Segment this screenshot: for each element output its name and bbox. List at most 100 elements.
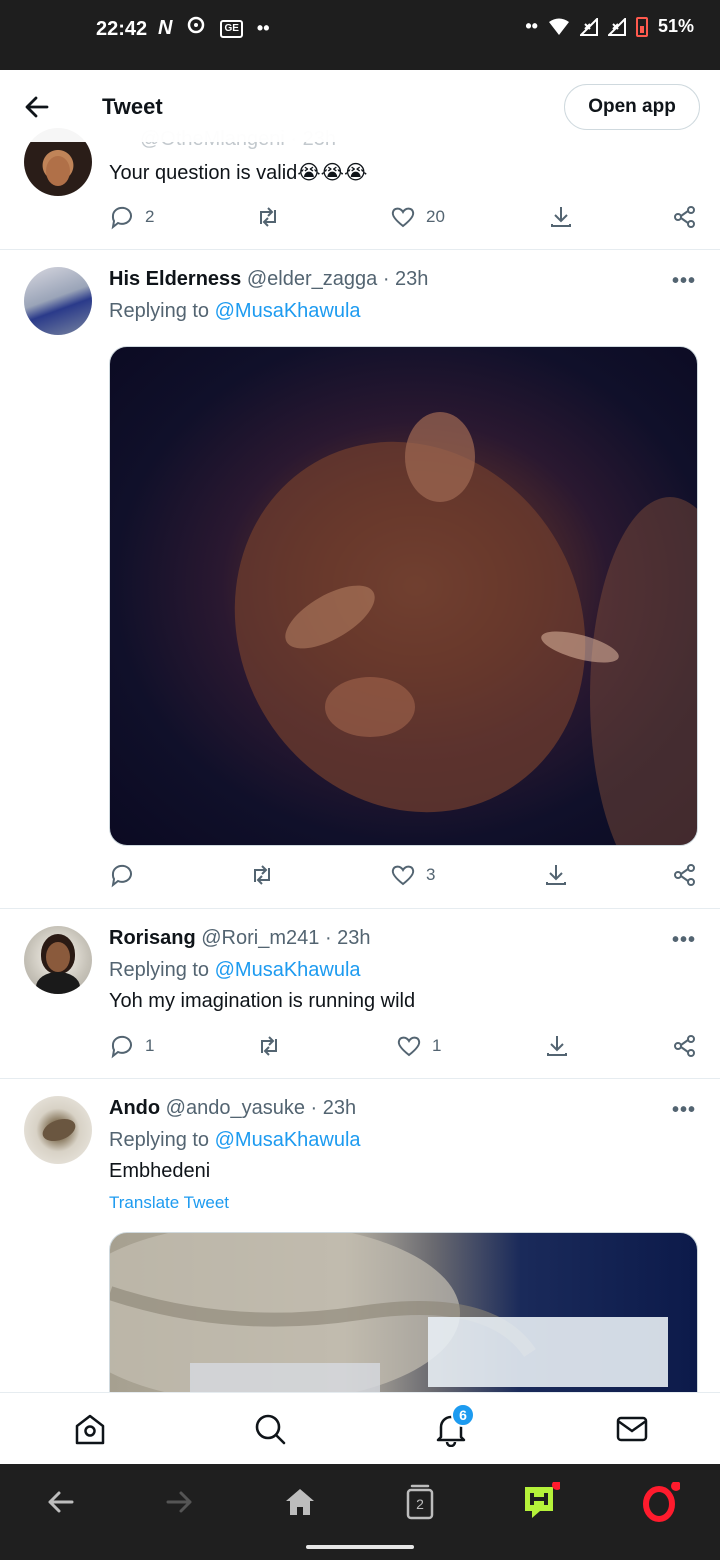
share-icon: [674, 206, 695, 228]
tweet-author-line: His Elderness @elder_zagga · 23h: [109, 268, 428, 291]
retweet-button[interactable]: [249, 862, 275, 888]
handle[interactable]: @elder_zagga: [247, 268, 377, 290]
share-button[interactable]: [672, 204, 698, 230]
replying-prefix: Replying to: [109, 959, 210, 981]
avatar[interactable]: [24, 926, 92, 994]
tabs-button[interactable]: 2: [400, 1482, 440, 1522]
retweet-button[interactable]: [255, 204, 281, 230]
signal-icon: [579, 17, 598, 36]
tweet-item[interactable]: Ando @ando_yasuke · 23h ••• Replying to …: [0, 1079, 720, 1432]
browser-home-icon[interactable]: [280, 1482, 320, 1522]
mention-link[interactable]: @MusaKhawula: [215, 959, 361, 981]
more-dots-icon: ••: [525, 16, 538, 36]
netflix-icon: N: [158, 17, 173, 39]
retweet-icon: [260, 207, 276, 227]
tweet-item[interactable]: Rorisang @Rori_m241 · 23h ••• Replying t…: [0, 909, 720, 1079]
page-title: Tweet: [102, 94, 163, 119]
notifications-badge: 6: [451, 1403, 475, 1427]
reply-icon: [111, 206, 132, 230]
search-icon[interactable]: [252, 1411, 288, 1447]
browser-forward-icon[interactable]: [160, 1482, 200, 1522]
open-app-button[interactable]: Open app: [564, 84, 700, 130]
handle[interactable]: @ando_yasuke: [166, 1097, 305, 1119]
share-button[interactable]: [672, 1033, 698, 1059]
more-dots-icon: ••: [256, 18, 270, 38]
status-time: 22:42: [96, 18, 148, 40]
share-icon: [674, 864, 695, 886]
display-name[interactable]: His Elderness: [109, 268, 241, 290]
heart-icon: [397, 1036, 421, 1057]
tweet-actions: 1 1: [109, 1033, 699, 1067]
reply-icon: [111, 864, 132, 888]
download-icon: [546, 865, 566, 885]
replying-prefix: Replying to: [109, 300, 210, 322]
like-button[interactable]: 20: [390, 204, 445, 230]
heart-icon: [391, 207, 415, 228]
replying-to: Replying to @MusaKhawula: [109, 300, 361, 323]
avatar[interactable]: [24, 1096, 92, 1164]
tweet-text: Your question is valid😭😭😭: [109, 162, 368, 184]
timestamp: 23h: [337, 927, 371, 949]
share-button[interactable]: [672, 862, 698, 888]
retweet-icon: [261, 1036, 277, 1056]
reply-button[interactable]: 1: [109, 1033, 154, 1059]
media-image: [234, 412, 697, 845]
reply-button[interactable]: [109, 862, 135, 888]
tweet-actions: 3: [109, 862, 699, 896]
separator: ·: [324, 927, 332, 949]
opera-logo-icon: [643, 1482, 680, 1522]
chat-icon: [186, 16, 206, 41]
download-button[interactable]: [544, 1033, 570, 1059]
gesture-home-indicator[interactable]: [306, 1545, 414, 1549]
handle[interactable]: @Rori_m241: [201, 927, 319, 949]
hype-icon: [525, 1482, 560, 1518]
reply-icon: [111, 1035, 132, 1059]
reply-button[interactable]: 2: [109, 204, 154, 230]
display-name[interactable]: Rorisang: [109, 927, 196, 949]
browser-back-icon[interactable]: [40, 1482, 80, 1522]
separator: ·: [382, 268, 390, 290]
more-options-icon[interactable]: •••: [672, 270, 696, 293]
mention-link[interactable]: @MusaKhawula: [215, 300, 361, 322]
more-options-icon[interactable]: •••: [672, 929, 696, 952]
timestamp: 23h: [395, 268, 429, 290]
retweet-icon: [254, 865, 270, 885]
mention-link[interactable]: @MusaKhawula: [215, 1129, 361, 1151]
tweet-item[interactable]: His Elderness @elder_zagga · 23h ••• Rep…: [0, 250, 720, 909]
tweet-author-line: Ando @ando_yasuke · 23h: [109, 1097, 356, 1120]
display-name[interactable]: Ando: [109, 1097, 160, 1119]
timestamp: 23h: [322, 1097, 357, 1119]
avatar[interactable]: [24, 267, 92, 335]
signal-icon: [607, 17, 626, 36]
opera-menu-button[interactable]: [640, 1482, 680, 1522]
replying-prefix: Replying to: [109, 1129, 210, 1151]
like-button[interactable]: 3: [390, 862, 435, 888]
status-bar: 22:42 N GE •• •• 51%: [0, 0, 720, 70]
download-button[interactable]: [548, 204, 574, 230]
battery-percent: 51%: [657, 16, 694, 36]
reply-count: 2: [145, 207, 155, 226]
replying-to: Replying to @MusaKhawula: [109, 1129, 361, 1152]
home-icon[interactable]: [72, 1411, 108, 1447]
wifi-icon: [548, 18, 569, 35]
download-icon: [551, 207, 571, 227]
translate-tweet-link[interactable]: Translate Tweet: [109, 1193, 229, 1213]
tweet-image[interactable]: [109, 346, 698, 846]
download-icon: [547, 1036, 567, 1056]
battery-icon: [635, 16, 648, 37]
share-icon: [674, 1035, 695, 1057]
messages-envelope-icon[interactable]: [614, 1411, 650, 1447]
retweet-button[interactable]: [256, 1033, 282, 1059]
tab-count: 2: [416, 1496, 424, 1512]
status-left-icons: N GE ••: [158, 16, 270, 41]
tweet-header: Tweet Open app: [0, 70, 720, 142]
back-arrow-icon[interactable]: [20, 90, 54, 124]
heart-icon: [391, 865, 415, 886]
tweet-text: Yoh my imagination is running wild: [109, 990, 416, 1012]
status-right-icons: •• 51%: [525, 16, 694, 37]
hype-app-button[interactable]: [520, 1482, 560, 1522]
gallery-icon: GE: [220, 19, 243, 38]
more-options-icon[interactable]: •••: [672, 1099, 696, 1122]
like-button[interactable]: 1: [396, 1033, 441, 1059]
download-button[interactable]: [543, 862, 569, 888]
